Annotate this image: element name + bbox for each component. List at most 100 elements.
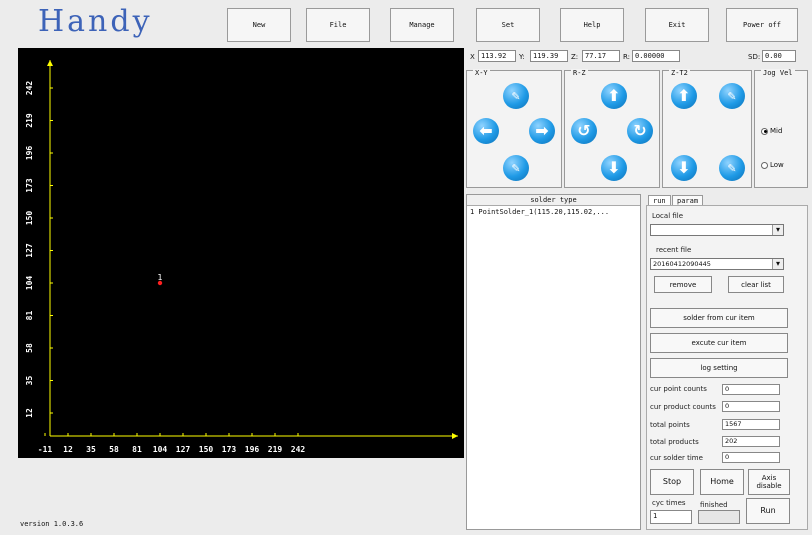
x-tick-label: 81 [132,445,142,454]
jog-speed-mid-label: Mid [770,127,783,135]
x-tick-label: 173 [222,445,237,454]
radio-selected-icon [761,127,768,135]
jog-xy-group: X-Y ✎ ⬅ ➡ ✎ [466,69,562,188]
home-button[interactable]: Home [700,469,744,495]
x-tick-label: -11 [38,445,53,454]
y-tick-label: 104 [25,276,34,291]
app-logo: Handy [38,4,153,39]
excute-cur-item-button[interactable]: excute cur item [650,333,788,353]
solder-from-cur-item-button[interactable]: solder from cur item [650,308,788,328]
solder-point-label: 1 [157,273,162,282]
x-axis-arrow [452,433,458,439]
recent-file-label: recent file [656,246,692,254]
speed-label: SD: [748,53,761,61]
cur-point-counts-label: cur point counts [650,385,707,393]
y-tick-label: 219 [25,113,34,128]
run-button[interactable]: Run [746,498,790,524]
r-coord-label: R: [623,53,631,61]
axis-disable-button[interactable]: Axis disable [748,469,790,495]
tool-icon: ✎ [727,89,737,103]
y-tick-label: 35 [25,376,34,386]
arrow-right-icon: ➡ [535,121,549,140]
y-tick-label: 58 [25,343,34,353]
rotate-cw-icon: ↻ [633,121,647,140]
list-item[interactable]: 1 PointSolder_1(115.20,115.02,... [467,206,640,218]
jog-speed-title: Jog Vel [761,69,795,77]
jog-y-minus-button[interactable]: ✎ [503,155,529,181]
jog-t2-plus-button[interactable]: ✎ [719,83,745,109]
jog-speed-group: Jog Vel Mid Low [754,69,808,188]
arrow-up-icon: ⬆ [607,86,621,105]
solder-list[interactable]: solder type 1 PointSolder_1(115.20,115.0… [466,194,641,530]
help-button[interactable]: Help [560,8,624,42]
arrow-left-icon: ⬅ [479,121,493,140]
z-coord-field: 77.17 [582,50,620,62]
new-button[interactable]: New [227,8,291,42]
remove-button[interactable]: remove [654,276,712,293]
jog-rz-title: R-Z [571,69,588,77]
local-file-label: Local file [652,212,684,220]
tool-icon: ✎ [511,89,521,103]
finished-label: finished [700,501,728,509]
power-off-button[interactable]: Power off [726,8,798,42]
tool-icon: ✎ [511,161,521,175]
x-coord-label: X [470,53,475,61]
cyc-times-label: cyc times [652,499,686,507]
radio-unselected-icon [761,161,768,169]
jog-zt2-title: Z-T2 [669,69,690,77]
x-tick-label: 150 [199,445,214,454]
y-coord-label: Y: [519,53,525,61]
clear-list-button[interactable]: clear list [728,276,784,293]
x-coord-field: 113.92 [478,50,516,62]
arrow-down-icon: ⬇ [677,158,691,177]
jog-rz-group: R-Z ⬆ ↺ ↻ ⬇ [564,69,660,188]
y-tick-label: 242 [25,81,34,96]
jog-speed-mid-radio[interactable]: Mid [761,127,782,135]
recent-file-select[interactable]: 20160412090445 [650,258,784,270]
y-coord-field: 119.39 [530,50,568,62]
cur-solder-time-field: 0 [722,452,780,463]
stop-button[interactable]: Stop [650,469,694,495]
y-tick-label: 12 [25,408,34,418]
arrow-down-icon: ⬇ [607,158,621,177]
version-label: version 1.0.3.6 [20,520,84,528]
rotate-ccw-icon: ↺ [577,121,591,140]
workspace-plot[interactable]: -11 12 35 58 81 104 127 150 173 196 219 242 242 219 19… [18,48,464,458]
jog-t2-minus-button[interactable]: ✎ [719,155,745,181]
jog-r-cw-button[interactable]: ↻ [627,118,653,144]
y-axis-arrow [47,60,53,66]
tool-icon: ✎ [727,161,737,175]
x-tick-label: 242 [291,445,306,454]
x-tick-label: 35 [86,445,96,454]
x-tick-label: 58 [109,445,119,454]
y-tick-label: 150 [25,211,34,226]
solder-list-header[interactable]: solder type [467,195,640,206]
r-coord-field: 0.00000 [632,50,680,62]
file-button[interactable]: File [306,8,370,42]
jog-x-plus-button[interactable]: ➡ [529,118,555,144]
set-button[interactable]: Set [476,8,540,42]
z-coord-label: Z: [571,53,579,61]
local-file-select[interactable] [650,224,784,236]
jog-r-ccw-button[interactable]: ↺ [571,118,597,144]
jog-z2-up-button[interactable]: ⬆ [671,83,697,109]
cyc-times-input[interactable]: 1 [650,510,692,524]
jog-speed-low-label: Low [770,161,784,169]
manage-button[interactable]: Manage [390,8,454,42]
jog-speed-low-radio[interactable]: Low [761,161,784,169]
jog-z-up-button[interactable]: ⬆ [601,83,627,109]
jog-x-minus-button[interactable]: ⬅ [473,118,499,144]
y-tick-label: 127 [25,243,34,258]
total-points-label: total points [650,421,690,429]
total-products-field: 202 [722,436,780,447]
x-tick-label: 219 [268,445,283,454]
total-products-label: total products [650,438,699,446]
exit-button[interactable]: Exit [645,8,709,42]
jog-z2-down-button[interactable]: ⬇ [671,155,697,181]
y-tick-label: 173 [25,178,34,193]
jog-z-down-button[interactable]: ⬇ [601,155,627,181]
y-tick-label: 81 [25,311,34,321]
jog-y-plus-button[interactable]: ✎ [503,83,529,109]
plot-canvas: -11 12 35 58 81 104 127 150 173 196 219 242 242 219 19… [25,60,458,454]
log-setting-button[interactable]: log setting [650,358,788,378]
